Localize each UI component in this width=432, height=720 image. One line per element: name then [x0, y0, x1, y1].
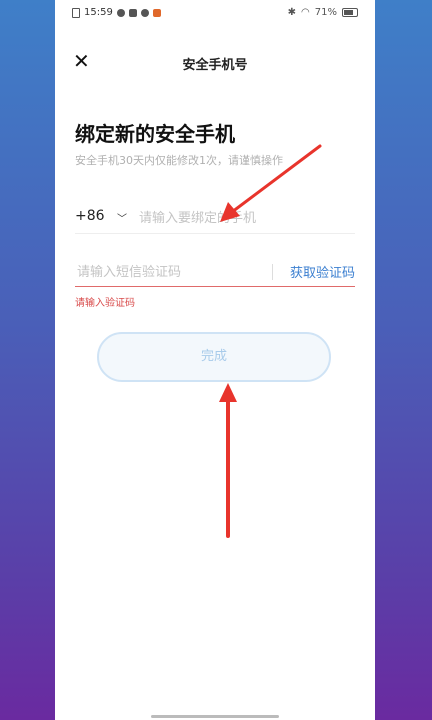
phone-number-row: +86 ﹀: [75, 203, 355, 234]
error-message: 请输入验证码: [75, 298, 135, 309]
done-button[interactable]: 完成: [97, 332, 331, 382]
country-code-selector[interactable]: +86: [75, 208, 105, 224]
get-code-button[interactable]: 获取验证码: [290, 262, 355, 281]
bind-phone-heading: 绑定新的安全手机: [75, 122, 235, 146]
bluetooth-icon: ✱: [287, 7, 297, 18]
phone-number-input[interactable]: [137, 205, 351, 231]
video-notification-icon: [128, 8, 137, 17]
app-notification-icon: [116, 8, 125, 17]
phone-screen: 15:59 ✱ ◠ 71% ✕ 安全手机号 绑定新的安全手机 安全手机30天内仅…: [55, 0, 375, 720]
home-indicator: [151, 715, 279, 718]
status-bar: 15:59 ✱ ◠ 71%: [55, 0, 375, 26]
wifi-icon: ◠: [301, 7, 310, 18]
file-icon: [72, 7, 80, 18]
page-title: 安全手机号: [182, 58, 248, 73]
status-time: 15:59: [84, 7, 113, 18]
field-divider: [272, 264, 273, 280]
verification-code-input[interactable]: [75, 258, 269, 286]
change-limit-notice: 安全手机30天内仅能修改1次，请谨慎操作: [75, 154, 283, 167]
app-badge-icon: [152, 8, 161, 17]
chevron-down-icon[interactable]: ﹀: [117, 210, 127, 225]
battery-icon: [342, 8, 358, 17]
message-notification-icon: [140, 8, 149, 17]
status-right: ✱ ◠ 71%: [288, 7, 358, 18]
battery-percent: 71%: [314, 7, 337, 18]
verification-code-row: 获取验证码: [75, 258, 355, 287]
header: ✕ 安全手机号: [55, 48, 375, 78]
status-left: 15:59: [72, 7, 161, 18]
